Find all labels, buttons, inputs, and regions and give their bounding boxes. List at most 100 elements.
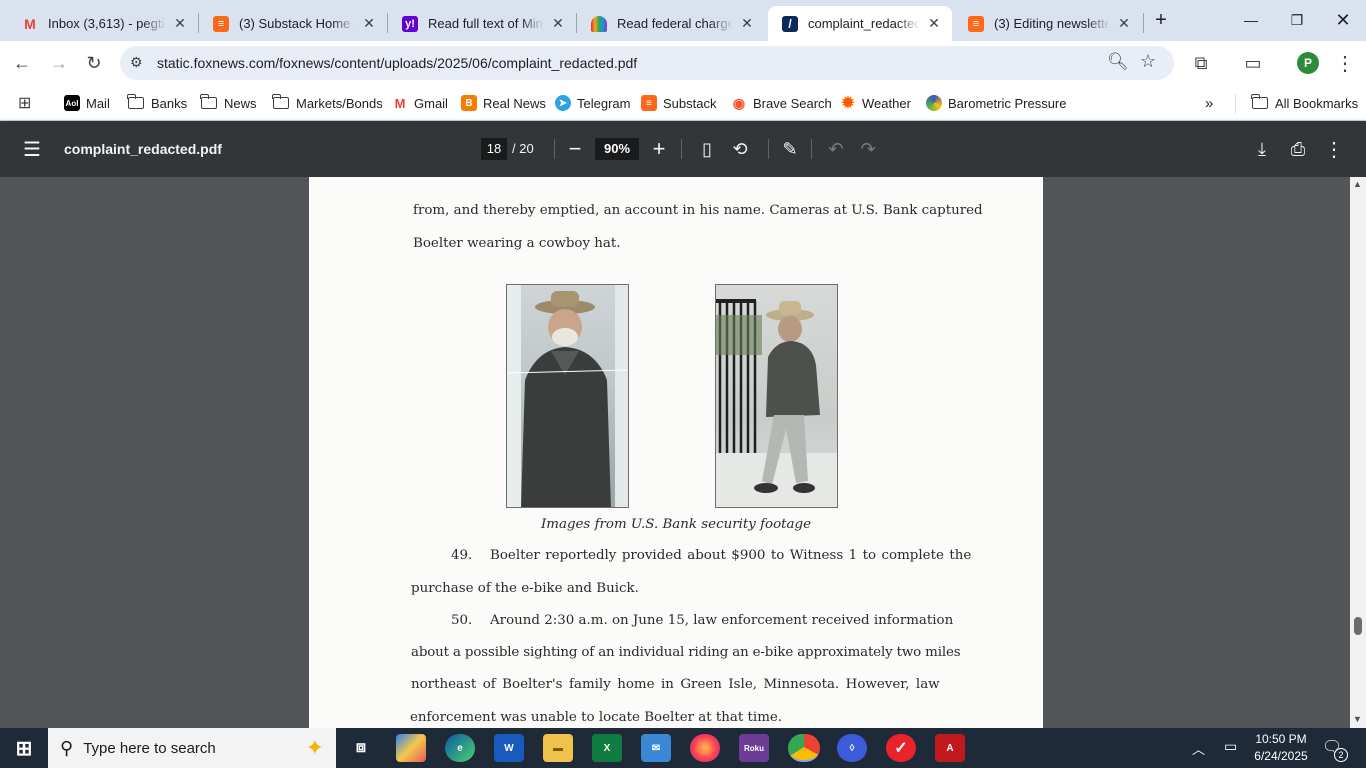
bookmarks-overflow-button[interactable]: »	[1205, 92, 1213, 114]
network-icon[interactable]: ▭	[1224, 738, 1237, 755]
edge-icon[interactable]: e	[445, 734, 475, 762]
download-icon[interactable]: ⤓	[1248, 135, 1276, 163]
scroll-up-arrow-icon[interactable]: ▲	[1353, 179, 1362, 189]
security-photo-indoor	[506, 284, 629, 508]
bookmark-markets-bonds[interactable]: Markets/Bonds	[272, 92, 383, 114]
telegram-icon: ➤	[555, 95, 571, 111]
scrollbar-thumb[interactable]	[1354, 617, 1362, 636]
redo-icon[interactable]: ↷	[854, 135, 882, 163]
bookmark-star-icon[interactable]: ☆	[1140, 51, 1156, 72]
chrome-icon[interactable]	[788, 734, 820, 762]
tab-complaint-pdf[interactable]: / complaint_redacted.pdf ✕	[768, 6, 952, 41]
print-icon[interactable]: ⎙	[1284, 135, 1312, 163]
toolbar-divider	[554, 139, 555, 159]
tab-strip: M Inbox (3,613) - pegtier ✕ ≡ (3) Substa…	[0, 0, 1366, 41]
substack-icon: ≡	[641, 95, 657, 111]
brave-wallet-icon[interactable]: ◊	[837, 734, 867, 762]
vertical-scrollbar[interactable]: ▲ ▼	[1350, 177, 1366, 728]
bookmark-real-news[interactable]: B Real News	[461, 92, 546, 114]
show-hidden-icons-icon[interactable]: ︿	[1192, 739, 1205, 758]
tab-substack-home[interactable]: ≡ (3) Substack Home - T ✕	[199, 6, 387, 41]
task-view-icon[interactable]: ⧈	[346, 734, 376, 762]
bookmarks-divider	[1235, 94, 1236, 114]
system-clock[interactable]: 10:50 PM 6/24/2025	[1250, 731, 1312, 765]
close-icon[interactable]: ✕	[550, 15, 566, 32]
zoom-icon[interactable]: 🔍︎	[1107, 52, 1129, 72]
more-actions-icon[interactable]: ⋮	[1320, 135, 1348, 163]
tab-gmail[interactable]: M Inbox (3,613) - pegtier ✕	[8, 6, 198, 41]
bookmark-weather[interactable]: ✹ Weather	[840, 92, 911, 114]
folder-icon	[272, 94, 289, 109]
url-text[interactable]: static.foxnews.com/foxnews/content/uploa…	[157, 55, 637, 71]
pdf-page: from, and thereby emptied, an account in…	[309, 177, 1043, 728]
close-icon[interactable]: ✕	[926, 15, 942, 32]
close-window-button[interactable]: ✕	[1320, 0, 1366, 40]
close-icon[interactable]: ✕	[172, 15, 188, 32]
bookmark-gmail[interactable]: M Gmail	[392, 92, 448, 114]
notification-count-badge: 2	[1334, 748, 1348, 762]
tab-title: (3) Substack Home - T	[239, 16, 355, 31]
new-tab-button[interactable]: +	[1150, 9, 1172, 31]
back-button[interactable]: ←	[7, 48, 37, 78]
bookmark-label: Banks	[151, 95, 188, 111]
excel-icon[interactable]: X	[592, 734, 622, 762]
bookmark-mail[interactable]: Aol Mail	[64, 92, 110, 114]
reload-button[interactable]: ↻	[79, 48, 109, 78]
bookmark-barometric-pressure[interactable]: Barometric Pressure	[926, 92, 1066, 114]
close-icon[interactable]: ✕	[1116, 15, 1132, 32]
file-explorer-icon[interactable]: ▬	[543, 734, 573, 762]
all-bookmarks-button[interactable]: All Bookmarks	[1251, 92, 1358, 114]
address-bar[interactable]: ⚙ static.foxnews.com/foxnews/content/upl…	[120, 46, 1174, 80]
firefox-icon[interactable]	[690, 734, 720, 762]
tab-editing-newsletter[interactable]: ≡ (3) Editing newsletter - ✕	[954, 6, 1142, 41]
scroll-down-arrow-icon[interactable]: ▼	[1353, 714, 1362, 724]
undo-icon[interactable]: ↶	[822, 135, 850, 163]
clock-time: 10:50 PM	[1255, 732, 1307, 746]
zoom-level-input[interactable]: 90%	[595, 138, 639, 160]
annotate-pen-icon[interactable]: ✎	[776, 135, 804, 163]
doc-line: about a possible sighting of an individu…	[411, 645, 961, 660]
zoom-in-button[interactable]: +	[645, 135, 673, 163]
clock-date: 6/24/2025	[1254, 749, 1308, 763]
doc-line: purchase of the e-bike and Buick.	[411, 581, 639, 596]
pdf-viewer[interactable]: from, and thereby emptied, an account in…	[0, 177, 1350, 728]
minimize-button[interactable]: —	[1228, 0, 1274, 40]
toolbar-divider	[681, 139, 682, 159]
tab-search-icon[interactable]: ▭	[1238, 48, 1268, 78]
extensions-icon[interactable]: ⧉	[1186, 48, 1216, 78]
start-button[interactable]: ⊞	[9, 734, 39, 762]
bookmark-banks[interactable]: Banks	[127, 92, 188, 114]
close-icon[interactable]: ✕	[739, 15, 755, 32]
zoom-out-button[interactable]: −	[561, 135, 589, 163]
bookmark-news[interactable]: News	[200, 92, 257, 114]
tab-minnesota-text[interactable]: y! Read full text of Minne ✕	[388, 6, 576, 41]
profile-avatar[interactable]: P	[1297, 52, 1319, 74]
roku-icon[interactable]: Roku	[739, 734, 769, 762]
rotate-icon[interactable]: ⟲	[726, 135, 754, 163]
restore-button[interactable]: ❐	[1274, 0, 1320, 40]
bookmark-substack[interactable]: ≡ Substack	[641, 92, 716, 114]
acrobat-icon[interactable]: A	[935, 734, 965, 762]
outlook-icon[interactable]: ✉	[641, 734, 671, 762]
bookmark-label: Barometric Pressure	[948, 95, 1067, 111]
bookmark-label: News	[224, 95, 257, 111]
close-icon[interactable]: ✕	[361, 15, 377, 32]
tab-federal-charges[interactable]: Read federal charges a ✕	[577, 6, 765, 41]
word-icon[interactable]: W	[494, 734, 524, 762]
forward-button[interactable]: →	[44, 48, 74, 78]
page-number-input[interactable]: 18	[481, 138, 507, 160]
todo-icon[interactable]: ✓	[886, 734, 916, 762]
bookmark-telegram[interactable]: ➤ Telegram	[555, 92, 630, 114]
sidebar-menu-icon[interactable]: ☰	[18, 135, 46, 163]
copilot-icon[interactable]	[396, 734, 426, 762]
browser-menu-icon[interactable]: ⋮	[1330, 48, 1360, 78]
substack-icon: ≡	[968, 15, 984, 32]
taskbar-search-box[interactable]: ⚲ Type here to search ✦	[48, 728, 336, 768]
fit-page-icon[interactable]: ▯	[693, 135, 721, 163]
pdf-filename: complaint_redacted.pdf	[64, 141, 222, 157]
apps-icon[interactable]: ⊞	[18, 92, 31, 114]
site-info-icon[interactable]: ⚙	[130, 54, 143, 71]
bookmark-label: Brave Search	[753, 95, 832, 111]
bookmark-brave-search[interactable]: ◉ Brave Search	[731, 92, 832, 114]
bookmark-label: Markets/Bonds	[296, 95, 383, 111]
